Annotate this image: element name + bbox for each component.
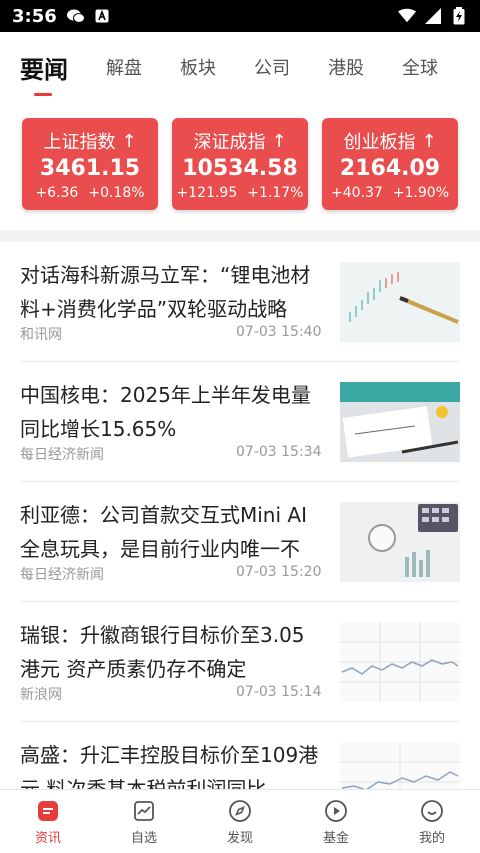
index-change: +6.36: [35, 185, 79, 201]
news-title[interactable]: 对话海科新源马立军：“锂电池材料+消费化学品”双轮驱动战略: [20, 258, 320, 330]
nav-profile[interactable]: 我的: [384, 790, 480, 853]
index-value: 2164.09: [339, 156, 441, 181]
news-time: 07-03 15:20: [236, 564, 322, 580]
index-change: +40.37: [330, 185, 383, 201]
index-name: 创业板指: [343, 132, 416, 153]
index-card-shenzhen[interactable]: 深证成指 ↑ 10534.58 +121.95 +1.17%: [172, 118, 308, 210]
bottom-nav: 资讯 自选 发现 基金 我的: [0, 789, 480, 853]
tab-gongsi[interactable]: 公司: [254, 32, 290, 102]
smile-icon: [419, 798, 445, 824]
nav-label: 发现: [226, 830, 253, 846]
index-card-shanghai[interactable]: 上证指数 ↑ 3461.15 +6.36 +0.18%: [22, 118, 158, 210]
category-tabs: 要闻 解盘 板块 公司 港股 全球: [0, 32, 480, 102]
up-arrow-icon: ↑: [421, 130, 437, 152]
news-icon: [35, 798, 61, 824]
news-list: 对话海科新源马立军：“锂电池材料+消费化学品”双轮驱动战略 和讯网 07-03 …: [0, 242, 480, 842]
tab-yaowen[interactable]: 要闻: [20, 32, 68, 102]
news-thumbnail[interactable]: [340, 502, 460, 582]
news-source: 和讯网: [20, 327, 62, 343]
news-thumbnail[interactable]: [340, 262, 460, 342]
nav-fund[interactable]: 基金: [288, 790, 384, 853]
compass-icon: [227, 798, 253, 824]
news-thumbnail[interactable]: [340, 622, 460, 702]
section-divider: [0, 230, 480, 242]
tab-jiepan[interactable]: 解盘: [106, 32, 142, 102]
tab-quanqiu[interactable]: 全球: [402, 32, 438, 102]
news-title[interactable]: 利亚德：公司首款交互式Mini AI全息玩具，是目前行业内唯一不: [20, 498, 320, 570]
news-title[interactable]: 瑞银：升徽商银行目标价至3.05港元 资产质素仍存不确定: [20, 618, 320, 690]
nav-discover[interactable]: 发现: [192, 790, 288, 853]
news-title[interactable]: 中国核电：2025年上半年发电量同比增长15.65%: [20, 378, 320, 450]
index-change-pct: +1.90%: [392, 185, 450, 201]
status-bar: 3:56: [0, 0, 480, 32]
index-name: 深证成指: [193, 132, 266, 153]
index-cards: 上证指数 ↑ 3461.15 +6.36 +0.18% 深证成指 ↑ 10534.58…: [0, 118, 480, 210]
wifi-icon: [398, 8, 416, 24]
up-arrow-icon: ↑: [121, 130, 137, 152]
news-source: 每日经济新闻: [20, 567, 104, 583]
index-change-pct: +1.17%: [247, 185, 304, 201]
news-time: 07-03 15:34: [236, 444, 322, 460]
battery-icon: [450, 7, 468, 25]
news-item[interactable]: 瑞银：升徽商银行目标价至3.05港元 资产质素仍存不确定 新浪网 07-03 1…: [20, 602, 460, 722]
chart-icon: [131, 798, 157, 824]
nav-label: 自选: [130, 830, 157, 846]
news-time: 07-03 15:40: [236, 324, 322, 340]
play-icon: [323, 798, 349, 824]
index-change: +121.95: [176, 185, 238, 201]
nav-label: 资讯: [34, 830, 61, 846]
news-item[interactable]: 对话海科新源马立军：“锂电池材料+消费化学品”双轮驱动战略 和讯网 07-03 …: [20, 242, 460, 362]
signal-icon: [424, 8, 442, 24]
index-value: 10534.58: [182, 156, 298, 181]
nav-news[interactable]: 资讯: [0, 790, 96, 853]
news-item[interactable]: 利亚德：公司首款交互式Mini AI全息玩具，是目前行业内唯一不 每日经济新闻 …: [20, 482, 460, 602]
status-time: 3:56: [12, 5, 57, 27]
wechat-icon: [66, 8, 85, 24]
index-value: 3461.15: [39, 156, 141, 181]
news-source: 每日经济新闻: [20, 447, 104, 463]
nav-label: 我的: [418, 830, 445, 846]
index-name: 上证指数: [43, 132, 116, 153]
notification-app-icon: [93, 8, 111, 24]
index-change-pct: +0.18%: [88, 185, 145, 201]
tab-bankuai[interactable]: 板块: [180, 32, 216, 102]
nav-watchlist[interactable]: 自选: [96, 790, 192, 853]
tab-ganggu[interactable]: 港股: [328, 32, 364, 102]
news-item[interactable]: 中国核电：2025年上半年发电量同比增长15.65% 每日经济新闻 07-03 …: [20, 362, 460, 482]
news-time: 07-03 15:14: [236, 684, 322, 700]
index-card-chinext[interactable]: 创业板指 ↑ 2164.09 +40.37 +1.90%: [322, 118, 458, 210]
nav-label: 基金: [322, 830, 349, 846]
up-arrow-icon: ↑: [271, 130, 287, 152]
news-source: 新浪网: [20, 687, 62, 703]
news-thumbnail[interactable]: [340, 382, 460, 462]
